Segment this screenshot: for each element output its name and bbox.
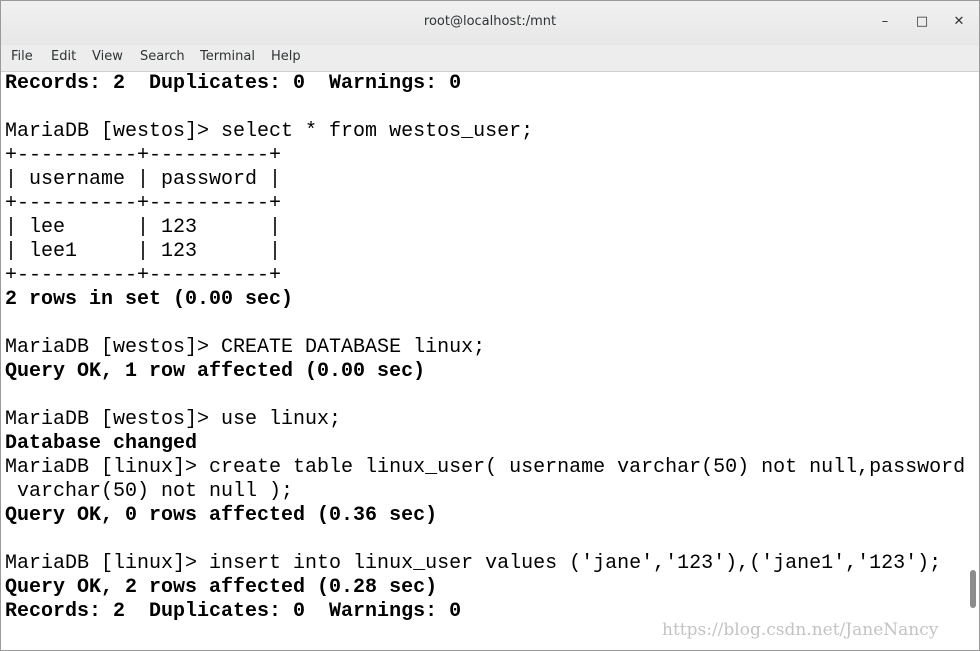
terminal-line: Query OK, 1 row affected (0.00 sec)	[5, 360, 426, 383]
terminal-line: +----------+----------+	[5, 144, 282, 167]
scrollbar[interactable]	[967, 72, 979, 650]
menu-edit[interactable]: Edit	[51, 49, 76, 64]
terminal-line: | lee | 123 |	[5, 216, 282, 239]
terminal-line: | lee1 | 123 |	[5, 240, 282, 263]
terminal-lines: Records: 2 Duplicates: 0 Warnings: 0 Mari…	[5, 72, 965, 624]
minimize-icon[interactable]: –	[874, 11, 896, 33]
terminal-line: 2 rows in set (0.00 sec)	[5, 288, 294, 311]
terminal-window: root@localhost:/mnt – □ ✕ File Edit View…	[0, 0, 980, 651]
terminal-line: | username | password |	[5, 168, 282, 191]
scrollbar-thumb[interactable]	[970, 570, 976, 608]
close-icon[interactable]: ✕	[948, 11, 970, 33]
terminal-line: Query OK, 0 rows affected (0.36 sec)	[5, 504, 438, 527]
terminal-line: Query OK, 2 rows affected (0.28 sec)	[5, 576, 438, 599]
menu-terminal[interactable]: Terminal	[200, 49, 255, 64]
terminal-line: Records: 2 Duplicates: 0 Warnings: 0	[5, 72, 462, 95]
title-bar[interactable]: root@localhost:/mnt – □ ✕	[1, 1, 979, 45]
menu-file[interactable]: File	[11, 49, 33, 64]
menu-search[interactable]: Search	[140, 49, 185, 64]
terminal-line: MariaDB [westos]> select * from westos_u…	[5, 120, 534, 143]
terminal-line: MariaDB [westos]> CREATE DATABASE linux;	[5, 336, 486, 359]
terminal-line: MariaDB [linux]> create table linux_user…	[5, 456, 966, 479]
terminal-output[interactable]: Records: 2 Duplicates: 0 Warnings: 0 Mari…	[1, 72, 967, 650]
terminal-line: varchar(50) not null );	[5, 480, 294, 503]
menu-help[interactable]: Help	[271, 49, 301, 64]
terminal-line: +----------+----------+	[5, 264, 282, 287]
menu-view[interactable]: View	[92, 49, 123, 64]
terminal-line: MariaDB [westos]> use linux;	[5, 408, 342, 431]
maximize-icon[interactable]: □	[911, 11, 933, 33]
window-title: root@localhost:/mnt	[423, 14, 557, 29]
terminal-line: +----------+----------+	[5, 192, 282, 215]
terminal-line: Database changed	[5, 432, 198, 455]
terminal-line: MariaDB [linux]> insert into linux_user …	[5, 552, 942, 575]
watermark-text: https://blog.csdn.net/JaneNancy	[662, 620, 939, 640]
menu-bar: File Edit View Search Terminal Help	[1, 45, 979, 72]
